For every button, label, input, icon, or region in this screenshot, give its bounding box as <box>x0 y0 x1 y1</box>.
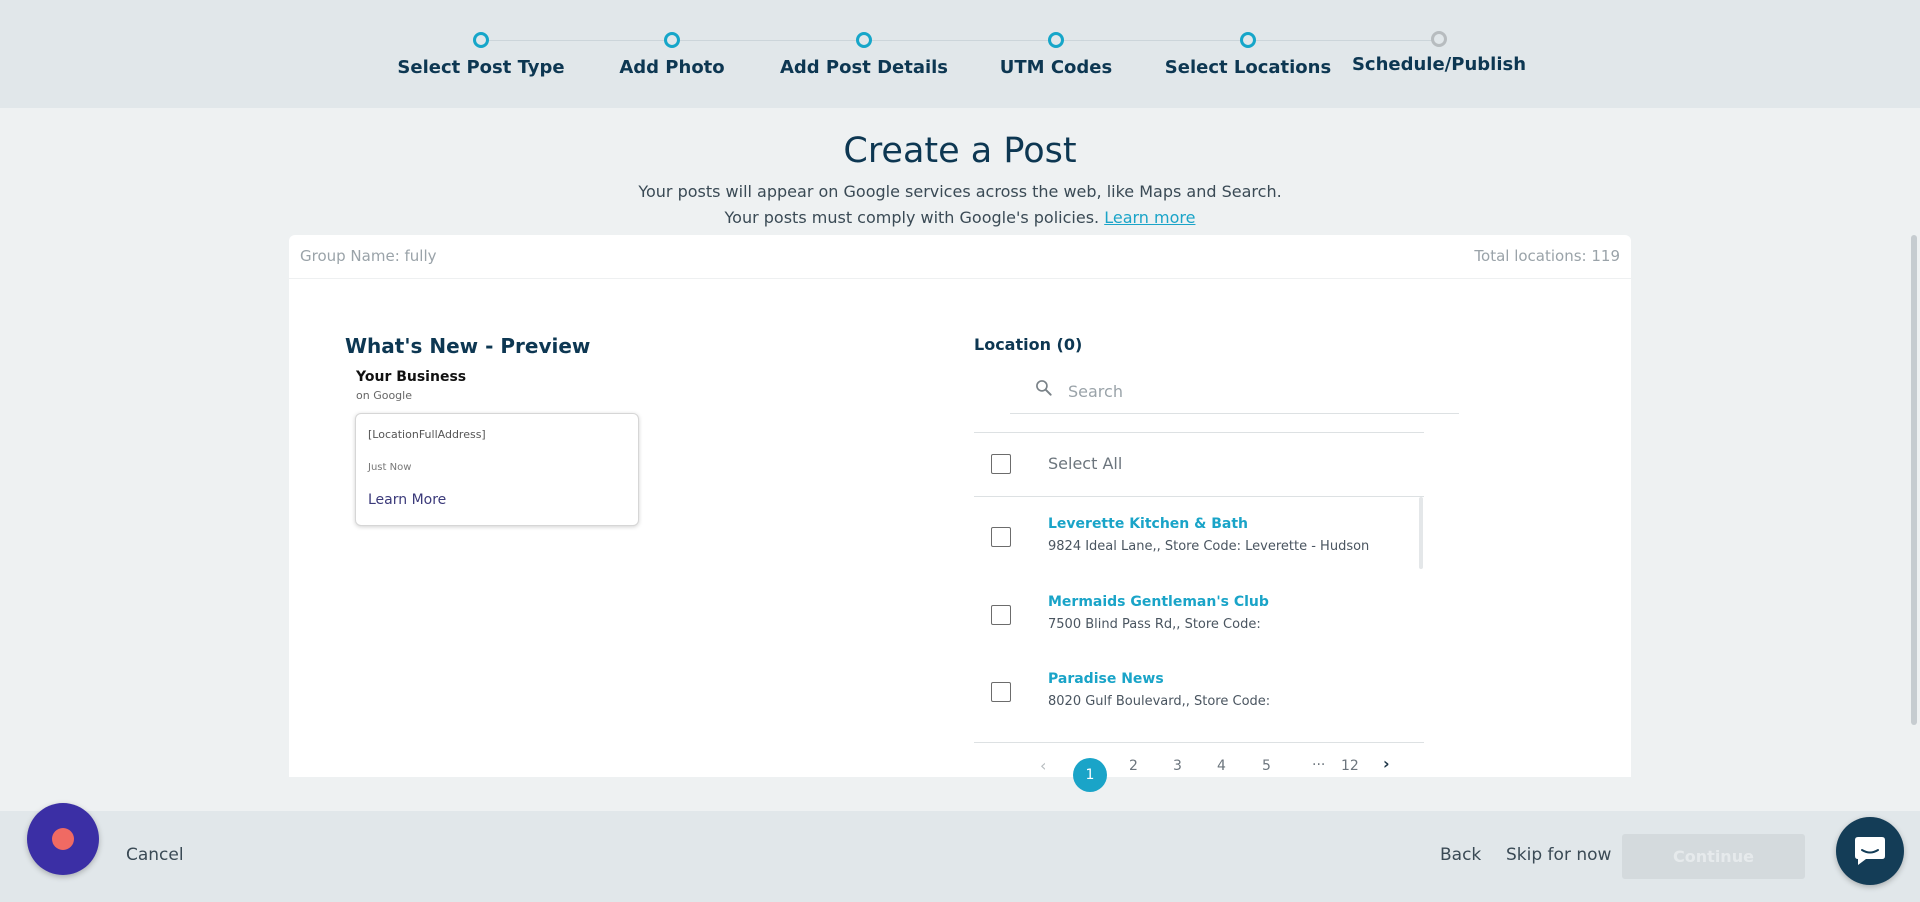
step-dot-icon <box>1048 32 1064 48</box>
page-subtitle: Your posts will appear on Google service… <box>638 182 1282 201</box>
step-dot-icon <box>473 32 489 48</box>
page-scrollbar[interactable] <box>1911 235 1917 725</box>
preview-learn-more-button[interactable]: Learn More <box>368 492 446 508</box>
step-label: Schedule/Publish <box>1351 54 1527 75</box>
preview-time: Just Now <box>368 462 412 473</box>
step-dot-icon <box>1240 32 1256 48</box>
location-checkbox[interactable] <box>991 527 1011 547</box>
search-icon <box>1036 380 1052 396</box>
page-prev-button[interactable]: ‹ <box>1040 756 1046 775</box>
list-divider <box>974 742 1424 743</box>
step-label: UTM Codes <box>999 57 1113 78</box>
step-select-locations[interactable]: Select Locations <box>1148 32 1348 78</box>
step-dot-icon <box>664 32 680 48</box>
location-name: Paradise News <box>1048 671 1164 687</box>
step-add-photo[interactable]: Add Photo <box>572 32 772 78</box>
select-all-label: Select All <box>1048 454 1123 473</box>
step-label: Add Photo <box>619 57 725 78</box>
cancel-button[interactable]: Cancel <box>126 845 184 865</box>
page-5-button[interactable]: 5 <box>1262 758 1271 774</box>
step-utm-codes[interactable]: UTM Codes <box>956 32 1156 78</box>
location-name: Leverette Kitchen & Bath <box>1048 516 1248 532</box>
location-checkbox[interactable] <box>991 682 1011 702</box>
location-count-title: Location (0) <box>974 335 1083 354</box>
preview-business-sub: on Google <box>356 389 412 402</box>
policy-text: Your posts must comply with Google's pol… <box>724 208 1100 227</box>
back-button[interactable]: Back <box>1440 845 1481 865</box>
group-name: Group Name: fully <box>300 247 437 265</box>
location-address: 8020 Gulf Boulevard,, Store Code: <box>1048 694 1271 709</box>
step-schedule-publish: Schedule/Publish <box>1339 31 1539 75</box>
learn-more-link[interactable]: Learn more <box>1104 208 1195 227</box>
page-12-button[interactable]: 12 <box>1341 758 1359 774</box>
total-locations: Total locations: 119 <box>1474 247 1620 265</box>
location-search <box>1010 369 1459 414</box>
page-4-button[interactable]: 4 <box>1217 758 1226 774</box>
list-divider <box>974 432 1424 433</box>
location-address: 7500 Blind Pass Rd,, Store Code: <box>1048 617 1261 632</box>
preview-business-name: Your Business <box>356 369 467 385</box>
page-next-button[interactable]: › <box>1383 754 1390 773</box>
step-label: Add Post Details <box>779 57 949 78</box>
step-label: Select Locations <box>1164 57 1332 78</box>
continue-button[interactable]: Continue <box>1622 834 1805 879</box>
policy-notice: Your posts must comply with Google's pol… <box>0 208 1920 227</box>
select-all-checkbox[interactable] <box>991 454 1011 474</box>
preview-address: [LocationFullAddress] <box>368 428 486 441</box>
location-search-input[interactable] <box>1066 377 1446 405</box>
record-dot-icon <box>52 828 74 850</box>
chat-bubble-icon <box>1855 837 1885 865</box>
step-dot-icon <box>1431 31 1447 47</box>
list-divider <box>974 496 1424 497</box>
page-ellipsis: ... <box>1312 753 1326 769</box>
page-2-button[interactable]: 2 <box>1129 758 1138 774</box>
chat-button[interactable] <box>1836 817 1904 885</box>
preview-title: What's New - Preview <box>345 334 591 358</box>
card-header: Group Name: fully Total locations: 119 <box>289 235 1631 279</box>
skip-button[interactable]: Skip for now <box>1506 845 1611 865</box>
progress-stepper: Select Post Type Add Photo Add Post Deta… <box>0 0 1920 108</box>
step-dot-icon <box>856 32 872 48</box>
location-checkbox[interactable] <box>991 605 1011 625</box>
locations-card: Group Name: fully Total locations: 119 W… <box>289 235 1631 792</box>
page-1-button[interactable]: 1 <box>1073 758 1107 792</box>
step-select-post-type[interactable]: Select Post Type <box>381 32 581 78</box>
location-name: Mermaids Gentleman's Club <box>1048 594 1269 610</box>
location-address: 9824 Ideal Lane,, Store Code: Leverette … <box>1048 539 1370 554</box>
post-preview-box: [LocationFullAddress] Just Now Learn Mor… <box>355 413 639 526</box>
step-add-post-details[interactable]: Add Post Details <box>764 32 964 78</box>
page-3-button[interactable]: 3 <box>1173 758 1182 774</box>
location-list-scrollbar[interactable] <box>1419 497 1423 569</box>
page-title: Create a Post <box>843 131 1077 171</box>
step-label: Select Post Type <box>397 57 565 78</box>
record-button[interactable] <box>27 803 99 875</box>
